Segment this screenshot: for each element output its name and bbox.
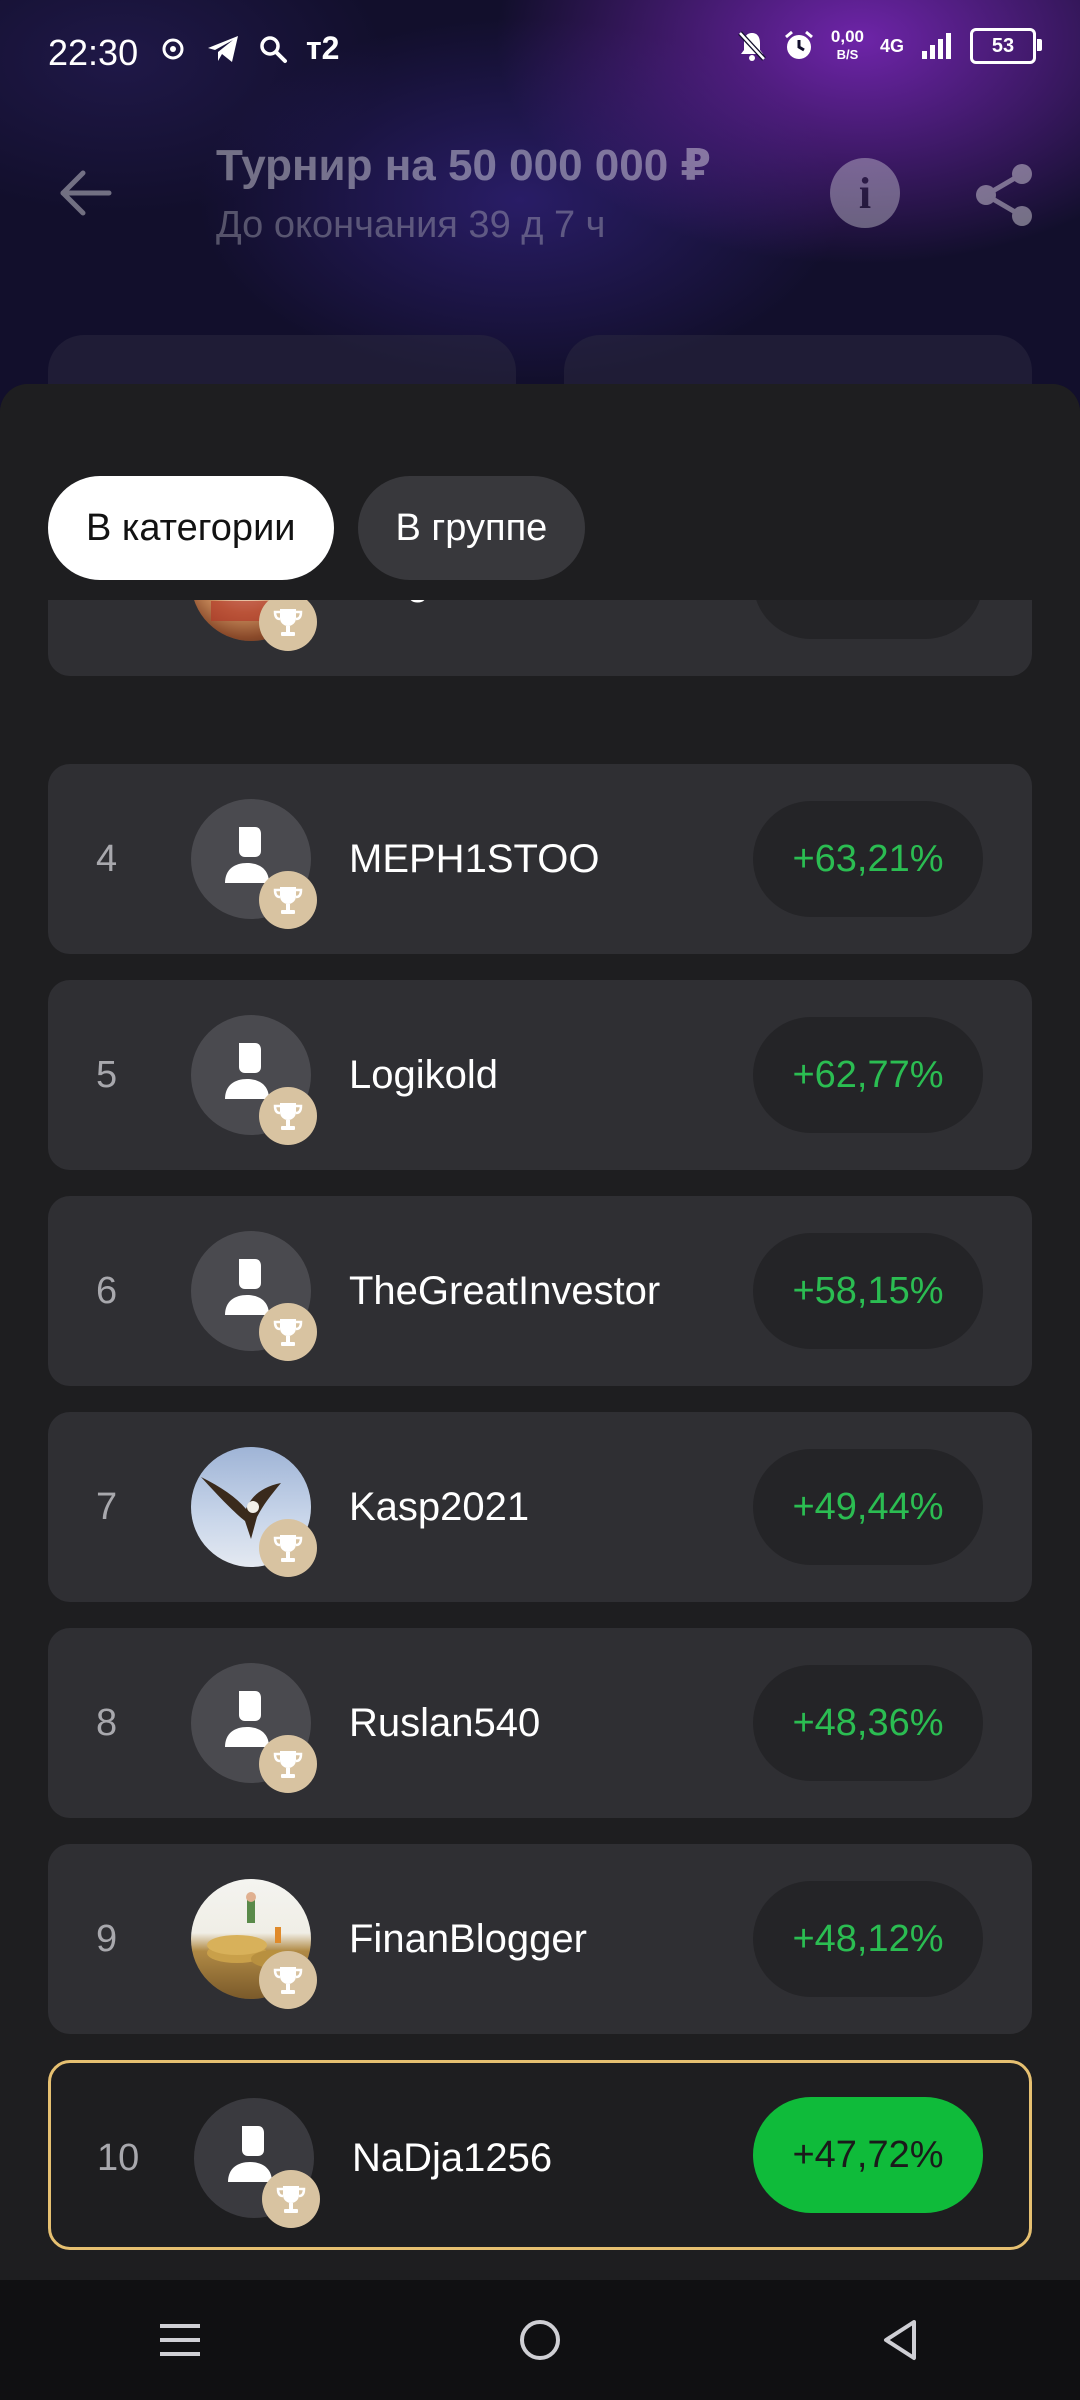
status-right-icons: 0,00 B/S 4G 53	[737, 27, 1042, 64]
telegram-icon	[208, 35, 238, 62]
home-circle-icon	[520, 2320, 560, 2360]
tab-in-category[interactable]: В категории	[48, 476, 334, 580]
signal-icon	[922, 33, 951, 59]
avatar	[191, 799, 317, 929]
trophy-icon	[273, 1103, 303, 1130]
avatar	[191, 1663, 317, 1793]
trophy-badge	[259, 593, 317, 651]
system-nav-bar	[0, 2280, 1080, 2400]
rank-number: 5	[96, 1053, 118, 1096]
trophy-badge	[259, 1087, 317, 1145]
info-button[interactable]: i	[830, 158, 900, 228]
battery-icon: 53	[970, 28, 1042, 64]
trophy-icon	[273, 887, 303, 914]
nav-menu-button[interactable]	[120, 2280, 240, 2400]
rank-number: 4	[96, 837, 118, 880]
nickname: FinanBlogger	[349, 1916, 587, 1961]
result-badge: +62,77%	[753, 1017, 983, 1133]
trophy-badge	[259, 1735, 317, 1793]
carrier-logo: т2	[306, 30, 340, 66]
rank-number: 7	[96, 1485, 118, 1528]
leaderboard-row[interactable]: 6 TheGreatInvestor +58,15%	[48, 1196, 1032, 1386]
trophy-badge	[259, 1303, 317, 1361]
back-button[interactable]	[50, 158, 120, 228]
nickname: TheGreatInvestor	[349, 1268, 661, 1313]
rank-number: 6	[96, 1269, 118, 1312]
leaderboard-row[interactable]: 5 Logikold +62,77%	[48, 980, 1032, 1170]
nickname: NaDja1256	[352, 2135, 553, 2180]
share-icon	[976, 164, 1032, 226]
avatar	[191, 1015, 317, 1145]
trophy-icon	[273, 1751, 303, 1778]
avatar	[194, 2098, 320, 2228]
menu-icon	[160, 2324, 200, 2356]
network-type: 4G	[879, 35, 904, 56]
result-badge: +63,21%	[753, 801, 983, 917]
result-badge: +48,36%	[753, 1665, 983, 1781]
trophy-badge	[259, 1951, 317, 2009]
result-badge: +58,15%	[753, 1233, 983, 1349]
result-badge: +47,72%	[753, 2097, 983, 2213]
status-left-icons: т2	[158, 30, 339, 67]
bell-muted-icon	[738, 31, 766, 61]
trophy-icon	[273, 1319, 303, 1346]
trophy-icon	[273, 1535, 303, 1562]
avatar	[191, 1231, 317, 1361]
rank-number: 8	[96, 1701, 118, 1744]
network-speed: 0,00 B/S	[830, 27, 864, 63]
nickname: Logikold	[349, 1052, 499, 1097]
trophy-icon	[273, 1967, 303, 1994]
avatar	[191, 1447, 317, 1577]
nickname: MEPH1STOO	[349, 836, 600, 881]
result-badge: +49,44%	[753, 1449, 983, 1565]
nav-home-button[interactable]	[480, 2280, 600, 2400]
leaderboard-row[interactable]: 9 FinanBlogger +48,12%	[48, 1844, 1032, 2034]
trophy-badge	[259, 1519, 317, 1577]
leaderboard-row[interactable]: 4 MEPH1STOO +63,21%	[48, 764, 1032, 954]
trophy-icon	[276, 2186, 306, 2213]
arrow-left-icon	[60, 170, 112, 216]
result-badge: +48,12%	[753, 1881, 983, 1997]
search-icon	[260, 35, 287, 63]
status-bar: 22:30 т2 0,00 B/S 4G 53	[0, 0, 1080, 110]
trophy-badge	[262, 2170, 320, 2228]
alarm-icon	[784, 30, 813, 59]
page-subtitle: До окончания 39 д 7 ч	[216, 204, 606, 246]
leaderboard-row[interactable]: 8 Ruslan540 +48,36%	[48, 1628, 1032, 1818]
nav-back-button[interactable]	[840, 2280, 960, 2400]
rank-number: 10	[97, 2136, 140, 2179]
info-icon: i	[858, 168, 872, 218]
trophy-icon	[273, 609, 303, 636]
filter-tabs: В категории В группе	[48, 476, 586, 580]
rank-number: 9	[96, 1917, 118, 1960]
leaderboard-row[interactable]: 7 Kasp2021 +49,44%	[48, 1412, 1032, 1602]
tab-in-group[interactable]: В группе	[357, 476, 586, 580]
tournament-header: Турнир на 50 000 000 ₽ До окончания 39 д…	[0, 110, 1080, 280]
nickname: Ruslan540	[349, 1700, 541, 1745]
gear-notification-icon	[162, 38, 184, 59]
nickname: Kasp2021	[349, 1484, 530, 1529]
leaderboard-row-current-user[interactable]: 10 NaDja1256 +47,72%	[48, 2060, 1032, 2250]
back-triangle-icon	[884, 2320, 916, 2360]
share-button[interactable]	[970, 160, 1040, 230]
leaderboard-sheet[interactable]: В категории В группе 3 Single696 +72,71%…	[0, 384, 1080, 2280]
page-title: Турнир на 50 000 000 ₽	[216, 141, 712, 190]
status-time: 22:30	[48, 32, 139, 73]
trophy-badge	[259, 871, 317, 929]
avatar	[191, 1879, 317, 2009]
